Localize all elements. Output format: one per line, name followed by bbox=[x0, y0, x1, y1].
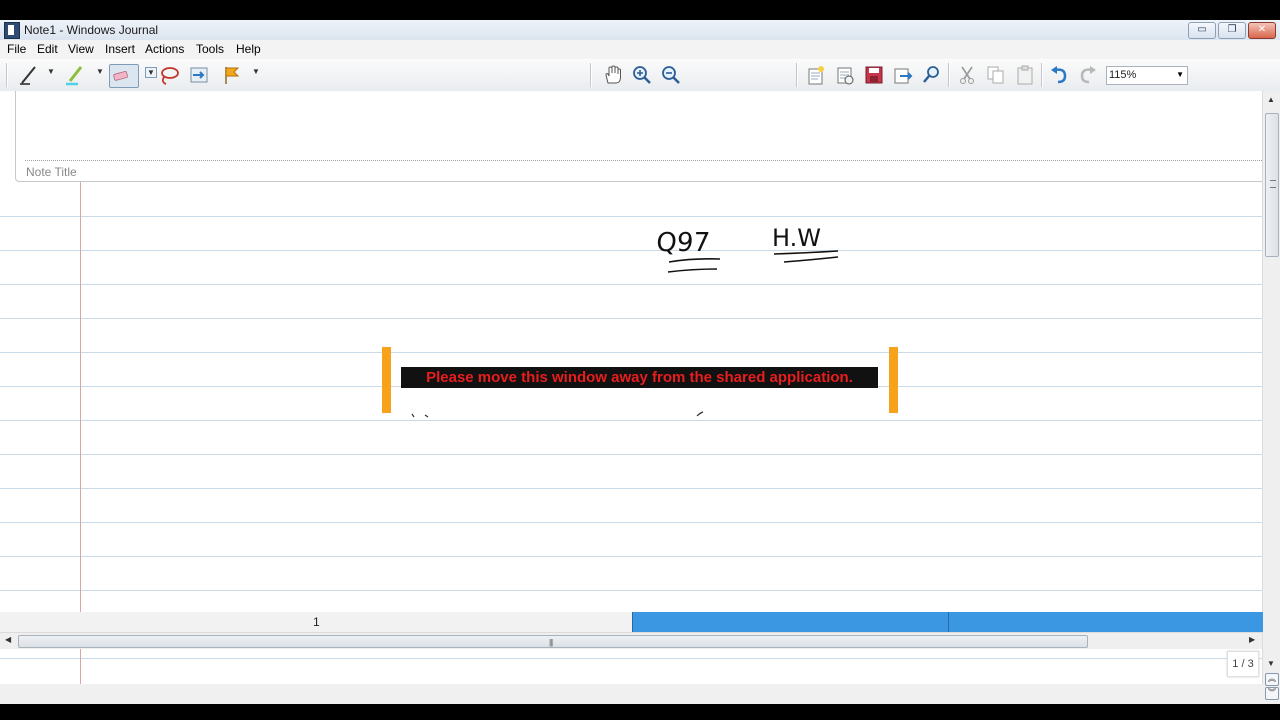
flag-icon[interactable] bbox=[221, 64, 243, 86]
page-number: 1 bbox=[313, 615, 320, 629]
menu-edit[interactable]: Edit bbox=[37, 42, 58, 56]
highlighter-icon[interactable] bbox=[64, 64, 86, 86]
highlighter-dropdown-icon[interactable]: ▼ bbox=[96, 67, 104, 76]
undo-icon[interactable] bbox=[1048, 64, 1070, 86]
pen-icon[interactable] bbox=[18, 64, 40, 86]
menu-tools[interactable]: Tools bbox=[196, 42, 224, 56]
scroll-up-icon[interactable]: ▲ bbox=[1267, 95, 1275, 104]
save-icon[interactable] bbox=[863, 64, 885, 86]
toolbar-separator bbox=[590, 63, 592, 87]
redo-icon[interactable] bbox=[1077, 64, 1099, 86]
share-warning-message: Please move this window away from the sh… bbox=[401, 367, 878, 388]
menu-help[interactable]: Help bbox=[236, 42, 261, 56]
lasso-icon[interactable] bbox=[158, 64, 180, 86]
menu-bar: File Edit View Insert Actions Tools Help bbox=[0, 40, 1280, 59]
journal-app-icon bbox=[4, 22, 20, 39]
minimize-button[interactable]: ▭ bbox=[1188, 22, 1216, 39]
window-title: Note1 - Windows Journal bbox=[24, 23, 159, 37]
ink-label-q97: Q97 bbox=[655, 228, 711, 258]
zoom-in-icon[interactable] bbox=[631, 64, 653, 86]
insert-space-icon[interactable] bbox=[188, 64, 210, 86]
toolbar-separator bbox=[796, 63, 798, 87]
previous-page-button[interactable]: ︽ bbox=[1265, 673, 1279, 686]
menu-actions[interactable]: Actions bbox=[145, 42, 184, 56]
grip-icon bbox=[1270, 180, 1276, 188]
share-border-left bbox=[382, 347, 391, 413]
grip-icon: ||| bbox=[549, 638, 553, 647]
toolbar-grip bbox=[6, 63, 8, 87]
eraser-dropdown-icon[interactable]: ▼ bbox=[145, 67, 157, 78]
menu-file[interactable]: File bbox=[7, 42, 26, 56]
horizontal-scrollbar[interactable]: ◀ ||| ▶ bbox=[0, 632, 1262, 649]
scroll-left-icon[interactable]: ◀ bbox=[5, 635, 11, 644]
vertical-scrollbar[interactable]: ▲ ▼ ︽ ︾ bbox=[1262, 91, 1280, 700]
note-page[interactable]: Note Title Q97 H.W Please move this wind… bbox=[0, 91, 1262, 684]
page-strip-segment[interactable] bbox=[948, 612, 1263, 632]
restore-button[interactable]: ❐ bbox=[1218, 22, 1246, 39]
cut-icon[interactable] bbox=[956, 64, 978, 86]
toolbar-separator bbox=[1041, 63, 1043, 87]
page-strip-segment[interactable] bbox=[632, 612, 948, 632]
page-counter: 1 / 3 bbox=[1227, 651, 1259, 677]
send-icon[interactable] bbox=[892, 64, 914, 86]
pen-dropdown-icon[interactable]: ▼ bbox=[47, 67, 55, 76]
menu-insert[interactable]: Insert bbox=[105, 42, 135, 56]
scroll-down-icon[interactable]: ▼ bbox=[1267, 659, 1275, 668]
horizontal-scroll-thumb[interactable]: ||| bbox=[18, 635, 1088, 648]
pan-icon[interactable] bbox=[602, 64, 624, 86]
eraser-icon[interactable] bbox=[109, 64, 139, 88]
copy-icon[interactable] bbox=[985, 64, 1007, 86]
close-button[interactable]: ✕ bbox=[1248, 22, 1276, 39]
toolbar: ▼ ▼ ▼ ▼ 115% ▼ bbox=[0, 59, 1280, 92]
flag-dropdown-icon[interactable]: ▼ bbox=[252, 67, 260, 76]
scroll-right-icon[interactable]: ▶ bbox=[1249, 635, 1255, 644]
paste-icon[interactable] bbox=[1014, 64, 1036, 86]
ink-label-hw: H.W bbox=[772, 224, 821, 252]
zoom-value: 115% bbox=[1109, 69, 1137, 81]
menu-view[interactable]: View bbox=[68, 42, 94, 56]
zoom-out-icon[interactable] bbox=[660, 64, 682, 86]
open-icon[interactable] bbox=[834, 64, 856, 86]
vertical-scroll-thumb[interactable] bbox=[1265, 113, 1279, 257]
page-strip: 1 bbox=[0, 612, 1263, 634]
share-border-right bbox=[889, 347, 898, 413]
new-note-icon[interactable] bbox=[805, 64, 827, 86]
find-icon[interactable] bbox=[921, 64, 943, 86]
chevron-down-icon: ▼ bbox=[1176, 70, 1184, 79]
journal-window: Note1 - Windows Journal ▭ ❐ ✕ File Edit … bbox=[0, 20, 1280, 704]
title-bar[interactable]: Note1 - Windows Journal ▭ ❐ ✕ bbox=[0, 20, 1280, 41]
zoom-select[interactable]: 115% ▼ bbox=[1106, 66, 1188, 85]
next-page-button[interactable]: ︾ bbox=[1265, 687, 1279, 700]
toolbar-separator bbox=[948, 63, 950, 87]
